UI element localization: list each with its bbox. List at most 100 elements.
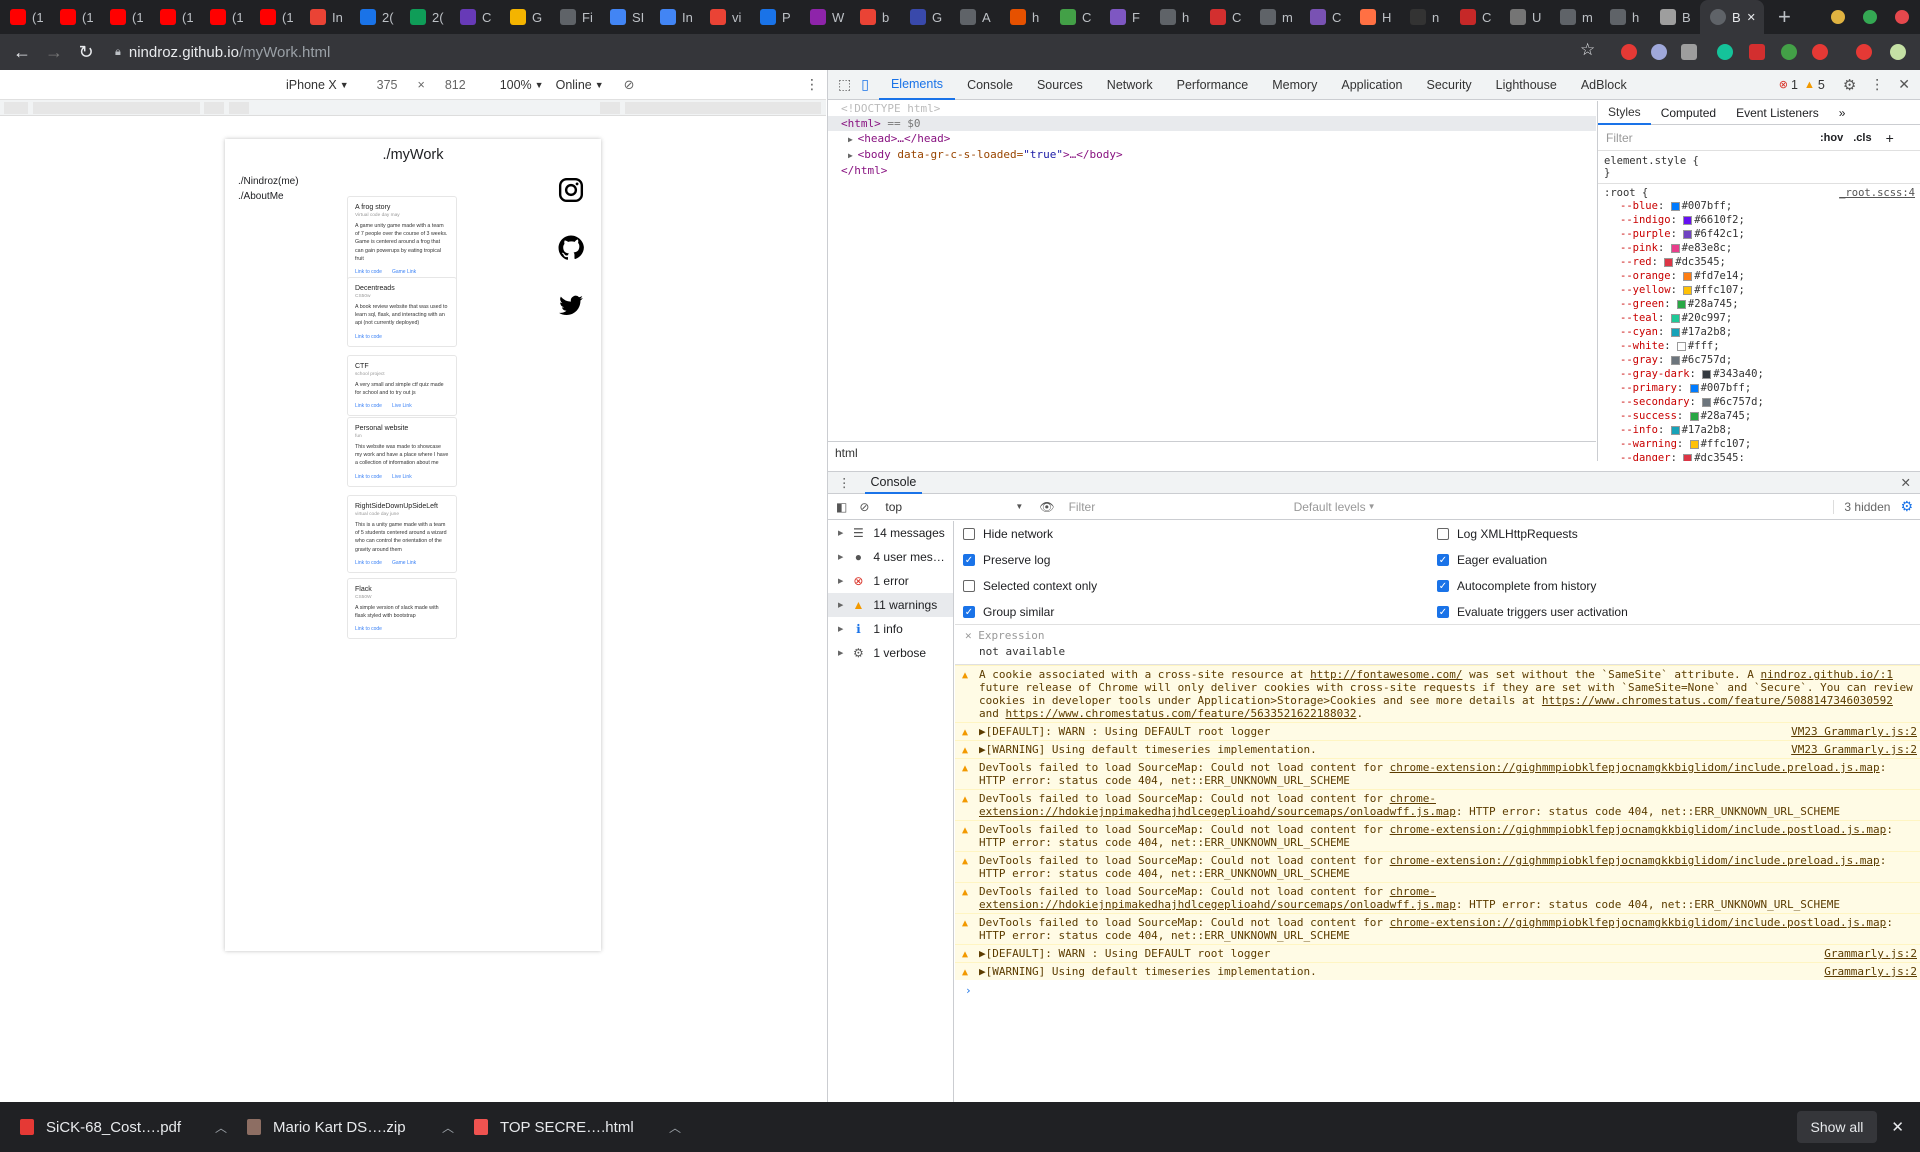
- breadcrumb-html[interactable]: html: [835, 446, 858, 460]
- breadcrumb[interactable]: html: [828, 441, 1596, 461]
- source-link[interactable]: VM23 Grammarly.js:2: [1791, 743, 1917, 756]
- color-swatch[interactable]: [1683, 229, 1693, 239]
- url-link[interactable]: chrome-extension://gighmmpiobklfepjocnam…: [1390, 854, 1880, 867]
- console-option[interactable]: ✓ Group similar: [963, 605, 1054, 619]
- checkbox[interactable]: ✓: [963, 606, 975, 618]
- root-source-link[interactable]: _root.scss:4: [1839, 187, 1915, 199]
- inspect-element-icon[interactable]: ⬚: [838, 76, 851, 93]
- url-link[interactable]: chrome-extension://gighmmpiobklfepjocnam…: [1390, 761, 1880, 774]
- error-count-icon[interactable]: ⊗: [1779, 78, 1788, 91]
- browser-tab[interactable]: h: [1600, 0, 1650, 34]
- github-icon[interactable]: [558, 235, 584, 261]
- color-swatch[interactable]: [1689, 383, 1699, 393]
- console-filter-user[interactable]: ▶ ● 4 user mes…: [828, 545, 953, 569]
- nav-link-about[interactable]: ./AboutMe: [238, 191, 284, 202]
- console-option[interactable]: ✓ Autocomplete from history: [1437, 579, 1596, 593]
- console-prompt[interactable]: ›: [955, 980, 1920, 1001]
- new-tab-icon[interactable]: +: [1778, 4, 1791, 30]
- browser-tab[interactable]: 2(: [400, 0, 450, 34]
- tab-application[interactable]: Application: [1329, 70, 1414, 100]
- instagram-icon[interactable]: [558, 177, 584, 203]
- browser-tab-active[interactable]: B ✕: [1700, 0, 1764, 34]
- media-query-ruler[interactable]: [0, 100, 826, 116]
- minimize-button[interactable]: [1831, 10, 1845, 24]
- extension-icon[interactable]: [1812, 44, 1828, 60]
- browser-tab[interactable]: h: [1150, 0, 1200, 34]
- browser-tab[interactable]: In: [300, 0, 350, 34]
- color-swatch[interactable]: [1670, 313, 1680, 323]
- console-settings-gear-icon[interactable]: ⚙: [1900, 498, 1913, 515]
- extension-icon[interactable]: [1781, 44, 1797, 60]
- console-filter-info[interactable]: ▶ ℹ 1 info: [828, 617, 953, 641]
- console-option[interactable]: ✓ Preserve log: [963, 553, 1050, 567]
- checkbox[interactable]: [963, 528, 975, 540]
- maximize-button[interactable]: [1863, 10, 1877, 24]
- tab-memory[interactable]: Memory: [1260, 70, 1329, 100]
- log-levels-select[interactable]: Default levels: [1294, 500, 1366, 514]
- remove-expression-icon[interactable]: ✕: [965, 629, 978, 642]
- download-item[interactable]: SiCK-68_Cost….pdf ︿: [20, 1119, 227, 1136]
- browser-tab[interactable]: U: [1500, 0, 1550, 34]
- rotate-icon[interactable]: ⊘: [624, 77, 635, 93]
- reload-icon[interactable]: ↻: [76, 42, 96, 62]
- checkbox[interactable]: ✓: [1437, 554, 1449, 566]
- browser-tab[interactable]: F: [1100, 0, 1150, 34]
- more-tabs-icon[interactable]: »: [1829, 106, 1856, 120]
- profile-avatar[interactable]: [1890, 44, 1906, 60]
- back-icon[interactable]: ←: [12, 42, 32, 62]
- tab-console[interactable]: Console: [864, 472, 923, 494]
- browser-tab[interactable]: C: [1050, 0, 1100, 34]
- browser-tab[interactable]: C: [450, 0, 500, 34]
- console-filter-error[interactable]: ▶ ⊗ 1 error: [828, 569, 953, 593]
- color-swatch[interactable]: [1670, 355, 1680, 365]
- browser-tab[interactable]: (1: [100, 0, 150, 34]
- card-link[interactable]: Game Link: [392, 269, 416, 275]
- source-link[interactable]: VM23 Grammarly.js:2: [1791, 725, 1917, 738]
- drawer-menu-icon[interactable]: ⋮: [838, 475, 851, 490]
- color-swatch[interactable]: [1702, 397, 1712, 407]
- browser-tab[interactable]: m: [1250, 0, 1300, 34]
- live-expression-eye-icon[interactable]: 👁︎: [1039, 500, 1054, 514]
- tab-computed[interactable]: Computed: [1651, 106, 1726, 120]
- browser-tab[interactable]: C: [1300, 0, 1350, 34]
- more-options-icon[interactable]: ⋮: [1870, 76, 1884, 93]
- device-width[interactable]: 375: [377, 78, 398, 92]
- card-link[interactable]: Link to code: [355, 269, 382, 275]
- extension-icon[interactable]: [1749, 44, 1765, 60]
- url-link[interactable]: chrome-extension://gighmmpiobklfepjocnam…: [1390, 916, 1887, 929]
- color-swatch[interactable]: [1670, 201, 1680, 211]
- tab-adblock[interactable]: AdBlock: [1569, 70, 1639, 100]
- device-select[interactable]: iPhone X: [286, 78, 337, 92]
- browser-tab[interactable]: m: [1550, 0, 1600, 34]
- cls-button[interactable]: .cls: [1853, 132, 1871, 144]
- color-swatch[interactable]: [1670, 243, 1680, 253]
- close-icon[interactable]: ✕: [1898, 76, 1910, 93]
- browser-tab[interactable]: (1: [250, 0, 300, 34]
- grammarly-icon[interactable]: [1717, 44, 1733, 60]
- nav-link-me[interactable]: ./Nindroz(me): [238, 176, 299, 187]
- color-swatch[interactable]: [1702, 369, 1712, 379]
- error-count[interactable]: 1: [1791, 78, 1798, 92]
- console-option[interactable]: ✓ Evaluate triggers user activation: [1437, 605, 1628, 619]
- source-link[interactable]: Grammarly.js:2: [1824, 947, 1917, 960]
- close-window-button[interactable]: [1895, 10, 1909, 24]
- card-link[interactable]: Live Link: [392, 403, 412, 409]
- twitter-icon[interactable]: [558, 293, 584, 319]
- tab-console[interactable]: Console: [955, 70, 1025, 100]
- browser-tab[interactable]: (1: [150, 0, 200, 34]
- tab-performance[interactable]: Performance: [1165, 70, 1261, 100]
- console-option[interactable]: Selected context only: [963, 579, 1097, 593]
- close-icon[interactable]: ✕: [1891, 1118, 1904, 1136]
- extensions-puzzle-icon[interactable]: [1856, 44, 1872, 60]
- color-swatch[interactable]: [1670, 327, 1680, 337]
- console-filter-list[interactable]: ▶ ☰ 14 messages: [828, 521, 953, 545]
- clear-console-icon[interactable]: ⊘: [859, 500, 869, 514]
- download-item[interactable]: Mario Kart DS….zip ︿: [247, 1119, 454, 1136]
- address-bar[interactable]: 🔒︎ nindroz.github.io/myWork.html: [115, 39, 1580, 65]
- warning-count-icon[interactable]: ▲: [1804, 79, 1815, 91]
- throttle-select[interactable]: Online: [556, 78, 592, 92]
- browser-tab[interactable]: Fi: [550, 0, 600, 34]
- console-filter-verbose[interactable]: ▶ ⚙ 1 verbose: [828, 641, 953, 665]
- color-swatch[interactable]: [1683, 453, 1693, 461]
- browser-tab[interactable]: vi: [700, 0, 750, 34]
